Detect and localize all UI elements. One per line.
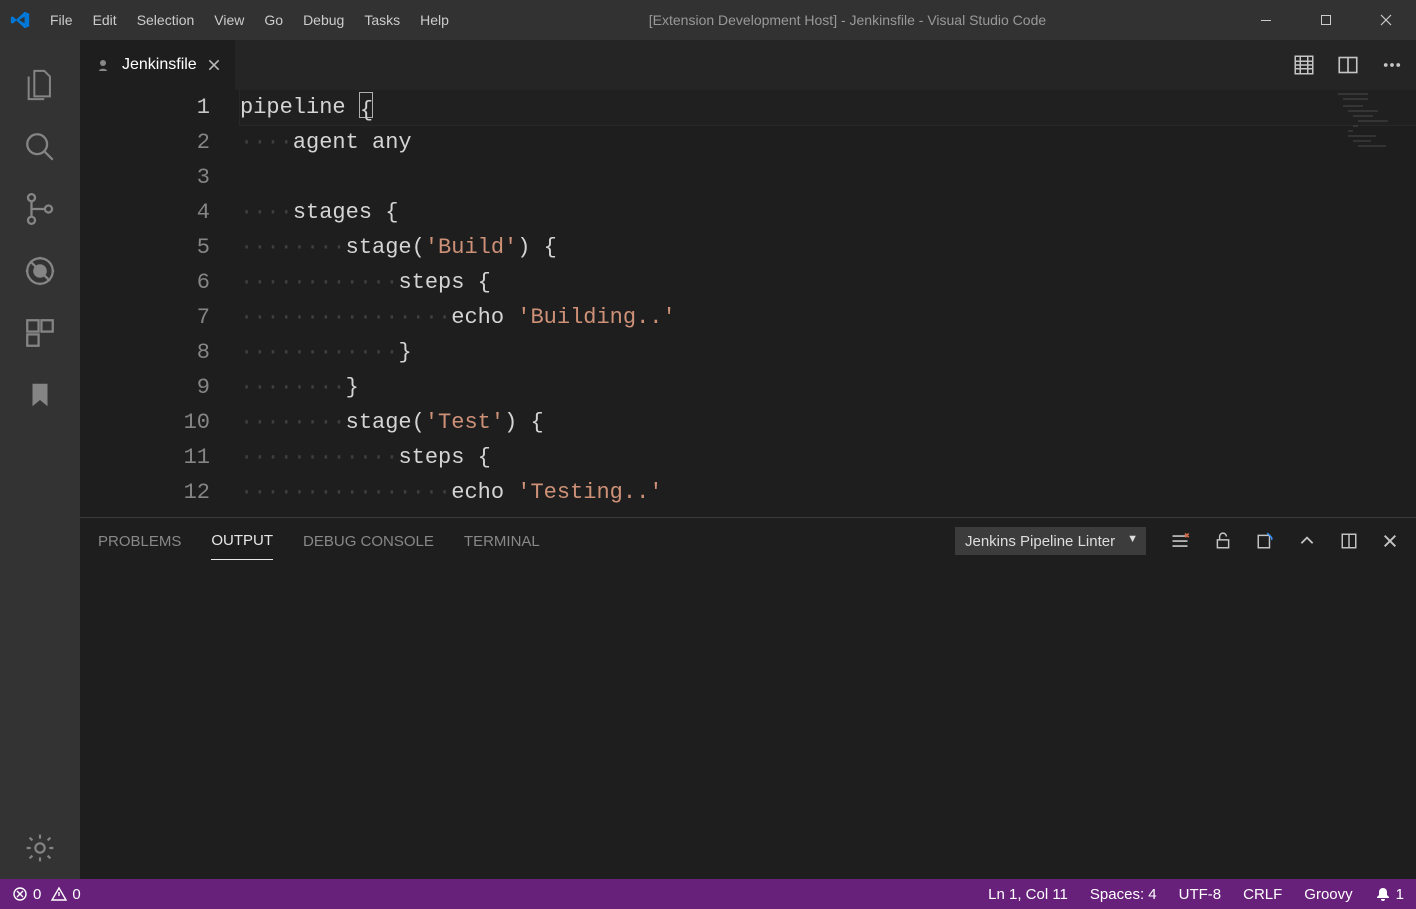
menu-file[interactable]: File <box>40 12 83 28</box>
window-title: [Extension Development Host] - Jenkinsfi… <box>459 12 1236 28</box>
bottom-panel: PROBLEMS OUTPUT DEBUG CONSOLE TERMINAL J… <box>80 517 1416 879</box>
menu-bar: File Edit Selection View Go Debug Tasks … <box>40 12 459 28</box>
lock-scroll-icon[interactable] <box>1214 532 1232 550</box>
jenkins-file-icon <box>94 56 112 74</box>
panel-tab-problems[interactable]: PROBLEMS <box>98 523 181 560</box>
menu-debug[interactable]: Debug <box>293 12 354 28</box>
extensions-icon[interactable] <box>0 302 80 364</box>
maximize-panel-icon[interactable] <box>1340 532 1358 550</box>
status-errors[interactable]: 0 <box>12 886 41 903</box>
code-content[interactable]: pipeline {····agent any····stages {·····… <box>240 90 1416 517</box>
more-icon[interactable] <box>1382 55 1402 75</box>
tab-jenkinsfile[interactable]: Jenkinsfile <box>80 40 236 90</box>
status-indentation[interactable]: Spaces: 4 <box>1090 886 1157 903</box>
menu-go[interactable]: Go <box>254 12 293 28</box>
panel-body[interactable] <box>80 564 1416 879</box>
status-warnings[interactable]: 0 <box>51 886 80 903</box>
close-panel-icon[interactable] <box>1382 533 1398 549</box>
tab-label: Jenkinsfile <box>122 56 197 74</box>
status-notifications[interactable]: 1 <box>1375 886 1404 903</box>
panel-tab-debug-console[interactable]: DEBUG CONSOLE <box>303 523 434 560</box>
minimize-button[interactable] <box>1236 0 1296 40</box>
menu-view[interactable]: View <box>204 12 254 28</box>
activity-bar <box>0 40 80 879</box>
close-icon[interactable] <box>207 58 221 72</box>
source-control-icon[interactable] <box>0 178 80 240</box>
menu-selection[interactable]: Selection <box>127 12 205 28</box>
titlebar: File Edit Selection View Go Debug Tasks … <box>0 0 1416 40</box>
output-channel-select[interactable]: Jenkins Pipeline Linter <box>955 527 1146 555</box>
settings-gear-icon[interactable] <box>0 817 80 879</box>
maximize-button[interactable] <box>1296 0 1356 40</box>
output-channel-select-wrap: Jenkins Pipeline Linter <box>955 527 1146 555</box>
status-encoding[interactable]: UTF-8 <box>1179 886 1222 903</box>
close-button[interactable] <box>1356 0 1416 40</box>
split-editor-icon[interactable] <box>1338 55 1358 75</box>
search-icon[interactable] <box>0 116 80 178</box>
open-log-icon[interactable] <box>1256 532 1274 550</box>
panel-tab-output[interactable]: OUTPUT <box>211 522 273 560</box>
window-controls <box>1236 0 1416 40</box>
panel-tab-terminal[interactable]: TERMINAL <box>464 523 540 560</box>
status-eol[interactable]: CRLF <box>1243 886 1282 903</box>
editor-tabs: Jenkinsfile <box>80 40 1416 90</box>
status-cursor-position[interactable]: Ln 1, Col 11 <box>988 886 1068 903</box>
bookmark-icon[interactable] <box>0 364 80 426</box>
menu-help[interactable]: Help <box>410 12 459 28</box>
menu-tasks[interactable]: Tasks <box>354 12 410 28</box>
line-number-gutter: 123456789101112 <box>80 90 240 517</box>
minimap[interactable] <box>1338 93 1398 153</box>
vscode-logo-icon <box>0 9 40 31</box>
panel-tabs: PROBLEMS OUTPUT DEBUG CONSOLE TERMINAL J… <box>80 518 1416 564</box>
status-bar: 0 0 Ln 1, Col 11 Spaces: 4 UTF-8 CRLF Gr… <box>0 879 1416 909</box>
editor-area[interactable]: 123456789101112 pipeline {····agent any·… <box>80 90 1416 517</box>
menu-edit[interactable]: Edit <box>83 12 127 28</box>
debug-icon[interactable] <box>0 240 80 302</box>
clear-output-icon[interactable] <box>1170 531 1190 551</box>
editor-actions <box>1294 40 1416 90</box>
status-language[interactable]: Groovy <box>1304 886 1352 903</box>
explorer-icon[interactable] <box>0 54 80 116</box>
grid-icon[interactable] <box>1294 55 1314 75</box>
collapse-panel-icon[interactable] <box>1298 532 1316 550</box>
